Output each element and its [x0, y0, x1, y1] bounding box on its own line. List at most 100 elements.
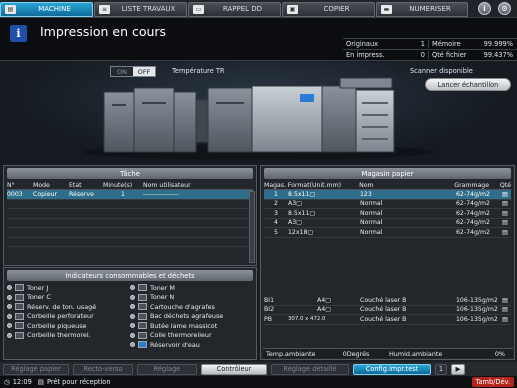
task-scrollbar[interactable]: [249, 191, 255, 263]
consumables-list: Toner J Toner M Toner C Toner N Réserv. …: [7, 283, 253, 350]
tray-format: A3▢: [288, 219, 303, 227]
consumable-binder-bin[interactable]: Corbeille thermorel.: [7, 331, 130, 341]
consumable-label: Toner N: [150, 293, 175, 302]
consumable-label: Toner C: [27, 293, 51, 302]
task-header: N° Mode Etat Minute(s) Nom utilisateur: [7, 181, 253, 190]
tray-number: 3: [274, 209, 278, 217]
toner-icon: [138, 293, 147, 301]
status-dot-icon: [7, 323, 12, 329]
tray-header: Magas. Format(Unit.mm) Nom Grammage Qté: [264, 181, 511, 190]
table-row[interactable]: 2 A3▢ Normal 62-74g/m2 ▤: [264, 200, 511, 209]
job-number: 0003: [7, 190, 23, 198]
test-print-config-button[interactable]: Config.impr.test: [353, 363, 431, 375]
consumable-staple-waste[interactable]: Bac déchets agrafeuse: [130, 312, 253, 322]
status-dot-icon: [7, 304, 12, 310]
consumable-stitcher-bin[interactable]: Corbeille piqueuse: [7, 321, 130, 331]
qty-level-icon: ▤: [502, 209, 508, 217]
col-user: Nom utilisateur: [143, 181, 191, 189]
originals-label: Originaux: [346, 40, 379, 48]
table-row[interactable]: 3 8.5x11▢ Normal 62-74g/m2 ▤: [264, 209, 511, 219]
machine-illustration: [83, 77, 433, 160]
consumable-toner-m[interactable]: Toner M: [130, 283, 253, 293]
machine-view: ON OFF Température TR Scanner disponible…: [0, 62, 517, 163]
staple-icon: [138, 303, 147, 311]
task-title: Tâche: [7, 168, 253, 179]
table-row[interactable]: PB 307.0 x 472.0 Couché laser B 106-135g/m2…: [264, 315, 511, 325]
next-page-button[interactable]: ▶: [451, 363, 465, 375]
adjustment-button[interactable]: Réglage: [137, 363, 197, 375]
warning-badge[interactable]: Tamb/Dév.: [471, 377, 514, 387]
table-row[interactable]: 1 8.5x11▢ 123 62-74g/m2 ▤: [264, 190, 511, 200]
status-bar: ◷ 12:09 ▤ Prêt pour réception Tamb/Dév.: [0, 376, 517, 388]
tab-copier[interactable]: ▣ COPIER: [282, 1, 375, 17]
memory-stats: Originaux 1 Mémoire 99.999% En impress. …: [343, 38, 517, 60]
help-button[interactable]: i: [478, 2, 491, 15]
tab-rappel-dd[interactable]: ▭ RAPPEL DD: [188, 1, 281, 17]
consumable-waste-toner[interactable]: Réserv. de ton. usagé: [7, 302, 130, 312]
controller-button[interactable]: Contrôleur: [201, 363, 267, 375]
tray-weight: 106-135g/m2: [456, 306, 498, 314]
memory-value: 99.999%: [483, 40, 513, 48]
hdd-icon: ▭: [193, 4, 204, 14]
utility-button[interactable]: ⚙: [498, 2, 511, 15]
tray-weight: 62-74g/m2: [456, 228, 490, 236]
detailed-setting-button[interactable]: Réglage détaillé: [271, 363, 349, 375]
table-row: [7, 238, 253, 247]
consumable-staples[interactable]: Cartouche d'agrafes: [130, 302, 253, 312]
consumable-label: Corbeille thermorel.: [27, 331, 91, 340]
file-qty-label: Qté fichier: [432, 51, 467, 59]
qty-level-icon: ▤: [502, 306, 508, 314]
duplex-button[interactable]: Recto-verso: [73, 363, 133, 375]
tray-name: Couché laser B: [360, 306, 407, 314]
consumable-label: Bac déchets agrafeuse: [150, 312, 224, 321]
col-qty: Qté: [499, 181, 511, 189]
tab-machine[interactable]: ▤ MACHINE: [0, 1, 93, 17]
tray-format: 12x18▢: [288, 228, 314, 236]
inserter-rows: BI1 A4▢ Couché laser B 106-135g/m2 ▤ BI2 A4▢ C…: [261, 296, 514, 325]
paper-tray-panel: Magasin papier Magas. Format(Unit.mm) No…: [260, 165, 515, 360]
qty-level-icon: ▤: [502, 315, 508, 323]
table-row[interactable]: 5 12x18▢ Normal 62-74g/m2 ▤: [264, 228, 511, 238]
col-tray: Magas.: [264, 181, 287, 189]
table-row[interactable]: 0003 Copieur Réserve 1 ----------------: [7, 190, 253, 200]
list-icon: ≡: [99, 4, 110, 14]
tab-liste-travaux[interactable]: ≡ LISTE TRAVAUX: [94, 1, 187, 17]
status-dot-icon: [130, 294, 135, 300]
tray-number: PB: [264, 315, 272, 323]
status-message: Prêt pour réception: [47, 378, 111, 386]
consumable-label: Toner M: [150, 283, 175, 292]
consumable-toner-k[interactable]: Toner N: [130, 293, 253, 303]
tray-name: Normal: [360, 200, 383, 208]
consumable-punch-bin[interactable]: Corbeille perforateur: [7, 312, 130, 322]
printing-label: En impress.: [346, 51, 385, 59]
ambient-temp-label: Temp.ambiante: [266, 349, 316, 358]
tray-name: Couché laser B: [360, 296, 407, 304]
paper-setting-button[interactable]: Réglage papier: [3, 363, 69, 375]
consumable-trimmer[interactable]: Butée lame massicot: [130, 321, 253, 331]
tray-number: 2: [274, 200, 278, 208]
qty-level-icon: ▤: [502, 228, 508, 236]
tray-name: Normal: [360, 209, 383, 217]
consumable-glue[interactable]: Colle thermorelieur: [130, 331, 253, 341]
clock-icon: ◷: [4, 378, 10, 386]
consumable-toner-c[interactable]: Toner C: [7, 293, 130, 303]
main-tabs: ▤ MACHINE ≡ LISTE TRAVAUX ▭ RAPPEL DD ▣ COPI…: [0, 0, 517, 17]
glue-icon: [138, 331, 147, 339]
tray-weight: 106-135g/m2: [456, 315, 498, 323]
toner-icon: [138, 284, 147, 292]
tray-format: 8.5x11▢: [288, 209, 316, 217]
tab-numeriser[interactable]: ▬ NUMERISER: [376, 1, 468, 17]
table-row[interactable]: 4 A3▢ Normal 62-74g/m2 ▤: [264, 219, 511, 228]
tray-number: 4: [274, 219, 278, 227]
stats-row: Originaux 1 Mémoire 99.999%: [343, 38, 517, 49]
tray-number: 5: [274, 228, 278, 236]
tray-name: Normal: [360, 219, 383, 227]
table-row[interactable]: BI1 A4▢ Couché laser B 106-135g/m2 ▤: [264, 296, 511, 306]
qty-level-icon: ▤: [502, 200, 508, 208]
consumable-toner-y[interactable]: Toner J: [7, 283, 130, 293]
status-dot-icon: [130, 304, 135, 310]
status-dot-icon: [130, 332, 135, 338]
table-row[interactable]: BI2 A4▢ Couché laser B 106-135g/m2 ▤: [264, 306, 511, 315]
consumable-water[interactable]: Réservoir d'eau: [130, 340, 253, 350]
consumables-title: Indicateurs consommables et déchets: [7, 270, 253, 281]
